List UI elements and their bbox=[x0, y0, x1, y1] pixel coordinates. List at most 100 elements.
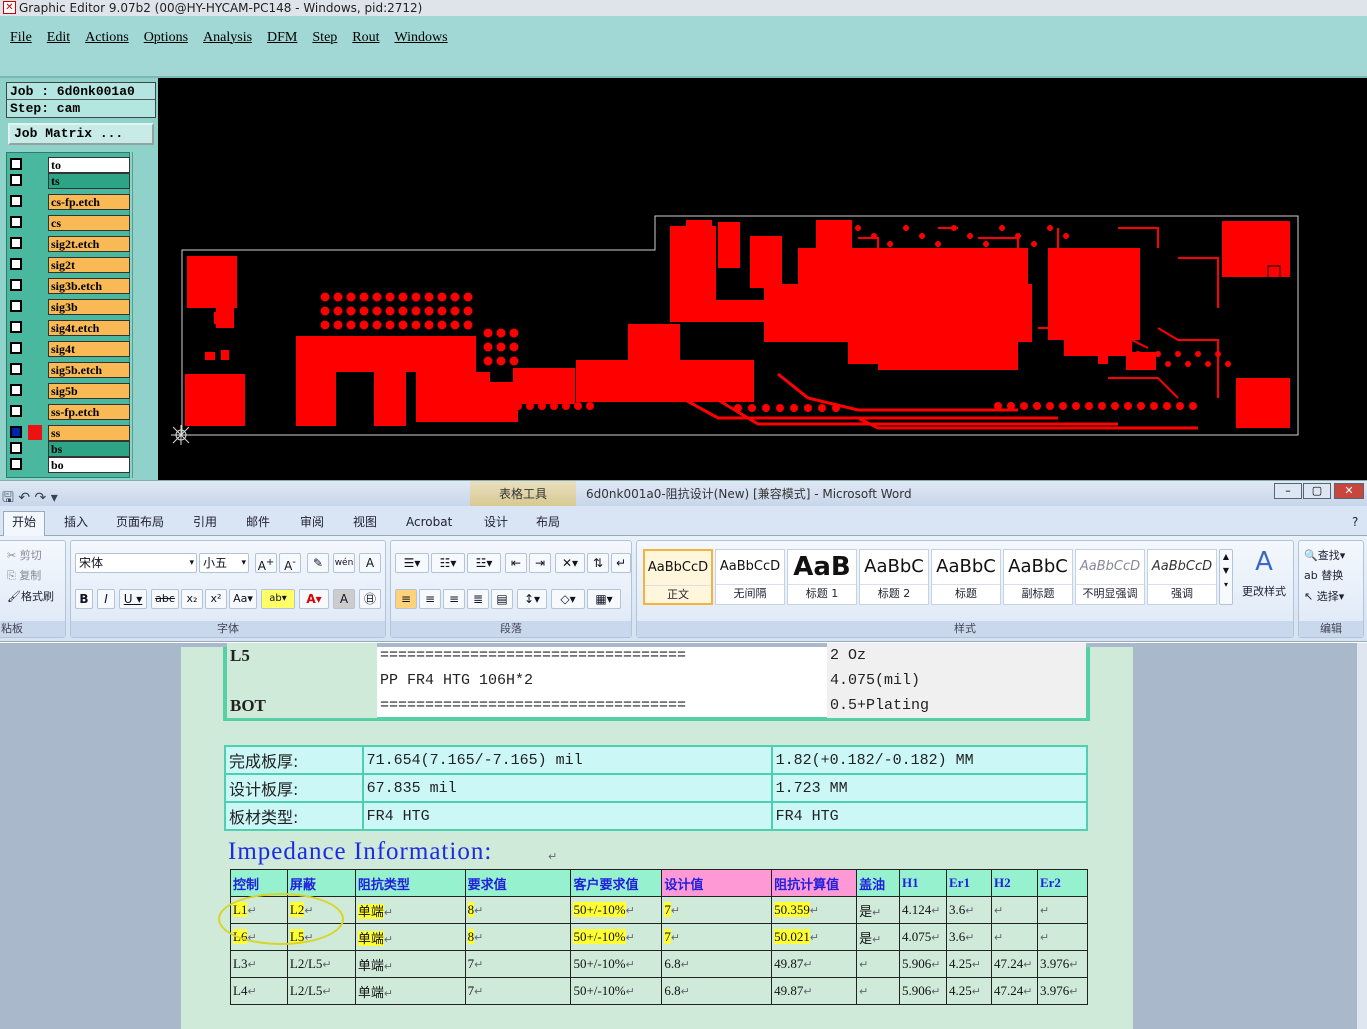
menu-file[interactable]: File bbox=[10, 30, 32, 46]
change-styles-button[interactable]: 更改样式 bbox=[1237, 583, 1291, 599]
menu-analysis[interactable]: Analysis bbox=[203, 30, 252, 46]
bold-icon[interactable]: B bbox=[75, 589, 93, 609]
style-4[interactable]: AaBbC 标题 2 bbox=[859, 549, 929, 605]
decrease-indent-icon[interactable]: ⇤ bbox=[505, 553, 527, 573]
shading-icon[interactable]: ◇▾ bbox=[551, 589, 585, 609]
layer-checkbox[interactable] bbox=[10, 342, 22, 354]
numbering-icon[interactable]: ☷▾ bbox=[431, 553, 465, 573]
align-center-icon[interactable]: ≡ bbox=[419, 589, 441, 609]
layer-row-sig4t[interactable]: sig4t bbox=[10, 341, 130, 357]
layer-row-cs[interactable]: cs bbox=[10, 215, 130, 231]
layer-row-ss-fp-etch[interactable]: ss-fp.etch bbox=[10, 404, 130, 420]
style-5[interactable]: AaBbC 标题 bbox=[931, 549, 1001, 605]
layer-row-sig5b-etch[interactable]: sig5b.etch bbox=[10, 362, 130, 378]
close-button[interactable]: ✕ bbox=[1334, 483, 1364, 499]
layer-checkbox[interactable] bbox=[10, 405, 22, 417]
layer-row-sig3b[interactable]: sig3b bbox=[10, 299, 130, 315]
char-shading-icon[interactable]: A bbox=[333, 589, 355, 609]
layer-checkbox[interactable] bbox=[10, 442, 22, 454]
tab-references[interactable]: 引用 bbox=[185, 512, 225, 536]
layer-row-ss[interactable]: ss bbox=[10, 425, 130, 441]
layer-row-bs[interactable]: bs bbox=[10, 441, 130, 457]
phonetic-guide-icon[interactable]: wén bbox=[333, 553, 355, 573]
multilevel-list-icon[interactable]: ☳▾ bbox=[467, 553, 501, 573]
bullets-icon[interactable]: ☰▾ bbox=[395, 553, 429, 573]
enclose-char-icon[interactable]: ㊐ bbox=[359, 589, 381, 609]
layer-checkbox[interactable] bbox=[10, 426, 22, 438]
tab-home[interactable]: 开始 bbox=[3, 511, 46, 537]
layer-row-sig5b[interactable]: sig5b bbox=[10, 383, 130, 399]
menu-actions[interactable]: Actions bbox=[85, 30, 129, 46]
pcb-board-view[interactable]: 6d0nk001a0 bbox=[158, 78, 1367, 480]
font-name-select[interactable]: 宋体 ▾ bbox=[75, 553, 197, 573]
menu-rout[interactable]: Rout bbox=[352, 30, 379, 46]
layer-list-scrollbar[interactable] bbox=[132, 152, 156, 478]
document-scrollbar[interactable] bbox=[1357, 643, 1367, 1029]
tab-design[interactable]: 设计 bbox=[476, 512, 516, 536]
layer-checkbox[interactable] bbox=[10, 279, 22, 291]
layer-checkbox[interactable] bbox=[10, 237, 22, 249]
tab-layout[interactable]: 布局 bbox=[528, 512, 568, 536]
help-icon[interactable]: ? bbox=[1352, 512, 1358, 536]
layer-row-cs-fp-etch[interactable]: cs-fp.etch bbox=[10, 194, 130, 210]
graphic-canvas[interactable]: 6d0nk001a0 bbox=[158, 78, 1367, 480]
strikethrough-icon[interactable]: abc bbox=[151, 589, 179, 609]
shrink-font-icon[interactable]: A- bbox=[279, 553, 301, 573]
menu-step[interactable]: Step bbox=[312, 30, 337, 46]
job-matrix-button[interactable]: Job Matrix ... bbox=[8, 123, 154, 145]
superscript-icon[interactable]: x² bbox=[205, 589, 227, 609]
layer-checkbox[interactable] bbox=[10, 363, 22, 375]
menu-windows[interactable]: Windows bbox=[395, 30, 448, 46]
replace-button[interactable]: ab 替换 bbox=[1304, 567, 1343, 583]
layer-checkbox[interactable] bbox=[10, 195, 22, 207]
layer-checkbox[interactable] bbox=[10, 321, 22, 333]
tab-mailings[interactable]: 邮件 bbox=[238, 512, 278, 536]
change-styles-icon[interactable]: A bbox=[1237, 547, 1291, 577]
layer-row-bo[interactable]: bo bbox=[10, 457, 130, 473]
tab-insert[interactable]: 插入 bbox=[56, 512, 96, 536]
cut-button[interactable]: ✂ 剪切 bbox=[7, 547, 42, 563]
align-left-icon[interactable]: ≡ bbox=[395, 589, 417, 609]
find-button[interactable]: 🔍查找▾ bbox=[1304, 547, 1345, 563]
maximize-button[interactable]: ▢ bbox=[1303, 483, 1331, 499]
tab-acrobat[interactable]: Acrobat bbox=[398, 512, 460, 536]
style-6[interactable]: AaBbC 副标题 bbox=[1003, 549, 1073, 605]
minimize-button[interactable]: – bbox=[1274, 483, 1302, 499]
font-size-select[interactable]: 小五 ▾ bbox=[199, 553, 249, 573]
format-painter-button[interactable]: 🖌格式刷 bbox=[7, 588, 54, 604]
layer-row-sig2t-etch[interactable]: sig2t.etch bbox=[10, 236, 130, 252]
style-7[interactable]: AaBbCcD 不明显强调 bbox=[1075, 549, 1145, 605]
tab-page-layout[interactable]: 页面布局 bbox=[108, 512, 172, 536]
highlight-icon[interactable]: ab▾ bbox=[261, 589, 295, 609]
copy-button[interactable]: ⎘ 复制 bbox=[7, 567, 41, 583]
layer-checkbox[interactable] bbox=[10, 216, 22, 228]
layer-row-ts[interactable]: ts bbox=[10, 173, 130, 189]
layer-checkbox[interactable] bbox=[10, 258, 22, 270]
borders-icon[interactable]: ▦▾ bbox=[587, 589, 621, 609]
grow-font-icon[interactable]: A+ bbox=[255, 553, 277, 573]
style-8[interactable]: AaBbCcD 强调 bbox=[1147, 549, 1217, 605]
menu-options[interactable]: Options bbox=[144, 30, 188, 46]
tab-view[interactable]: 视图 bbox=[345, 512, 385, 536]
distributed-icon[interactable]: ▤ bbox=[491, 589, 513, 609]
char-border-icon[interactable]: A bbox=[359, 553, 381, 573]
clear-format-icon[interactable]: ✎ bbox=[307, 553, 329, 573]
show-marks-icon[interactable]: ↵ bbox=[611, 553, 631, 573]
menu-edit[interactable]: Edit bbox=[47, 30, 70, 46]
style-1[interactable]: AaBbCcD 正文 bbox=[643, 549, 713, 605]
sort-icon[interactable]: ⇅ bbox=[587, 553, 609, 573]
menu-dfm[interactable]: DFM bbox=[267, 30, 297, 46]
underline-icon[interactable]: U ▾ bbox=[119, 589, 147, 609]
align-right-icon[interactable]: ≡ bbox=[443, 589, 465, 609]
italic-icon[interactable]: I bbox=[97, 589, 115, 609]
line-spacing-icon[interactable]: ↕▾ bbox=[517, 589, 547, 609]
layer-checkbox[interactable] bbox=[10, 458, 22, 470]
style-3[interactable]: AaB 标题 1 bbox=[787, 549, 857, 605]
layer-checkbox[interactable] bbox=[10, 300, 22, 312]
layer-checkbox[interactable] bbox=[10, 174, 22, 186]
layer-row-to[interactable]: to bbox=[10, 157, 130, 173]
font-color-icon[interactable]: A▾ bbox=[299, 589, 329, 609]
style-2[interactable]: AaBbCcD 无间隔 bbox=[715, 549, 785, 605]
select-button[interactable]: ↖ 选择▾ bbox=[1304, 588, 1344, 604]
layer-checkbox[interactable] bbox=[10, 158, 22, 170]
